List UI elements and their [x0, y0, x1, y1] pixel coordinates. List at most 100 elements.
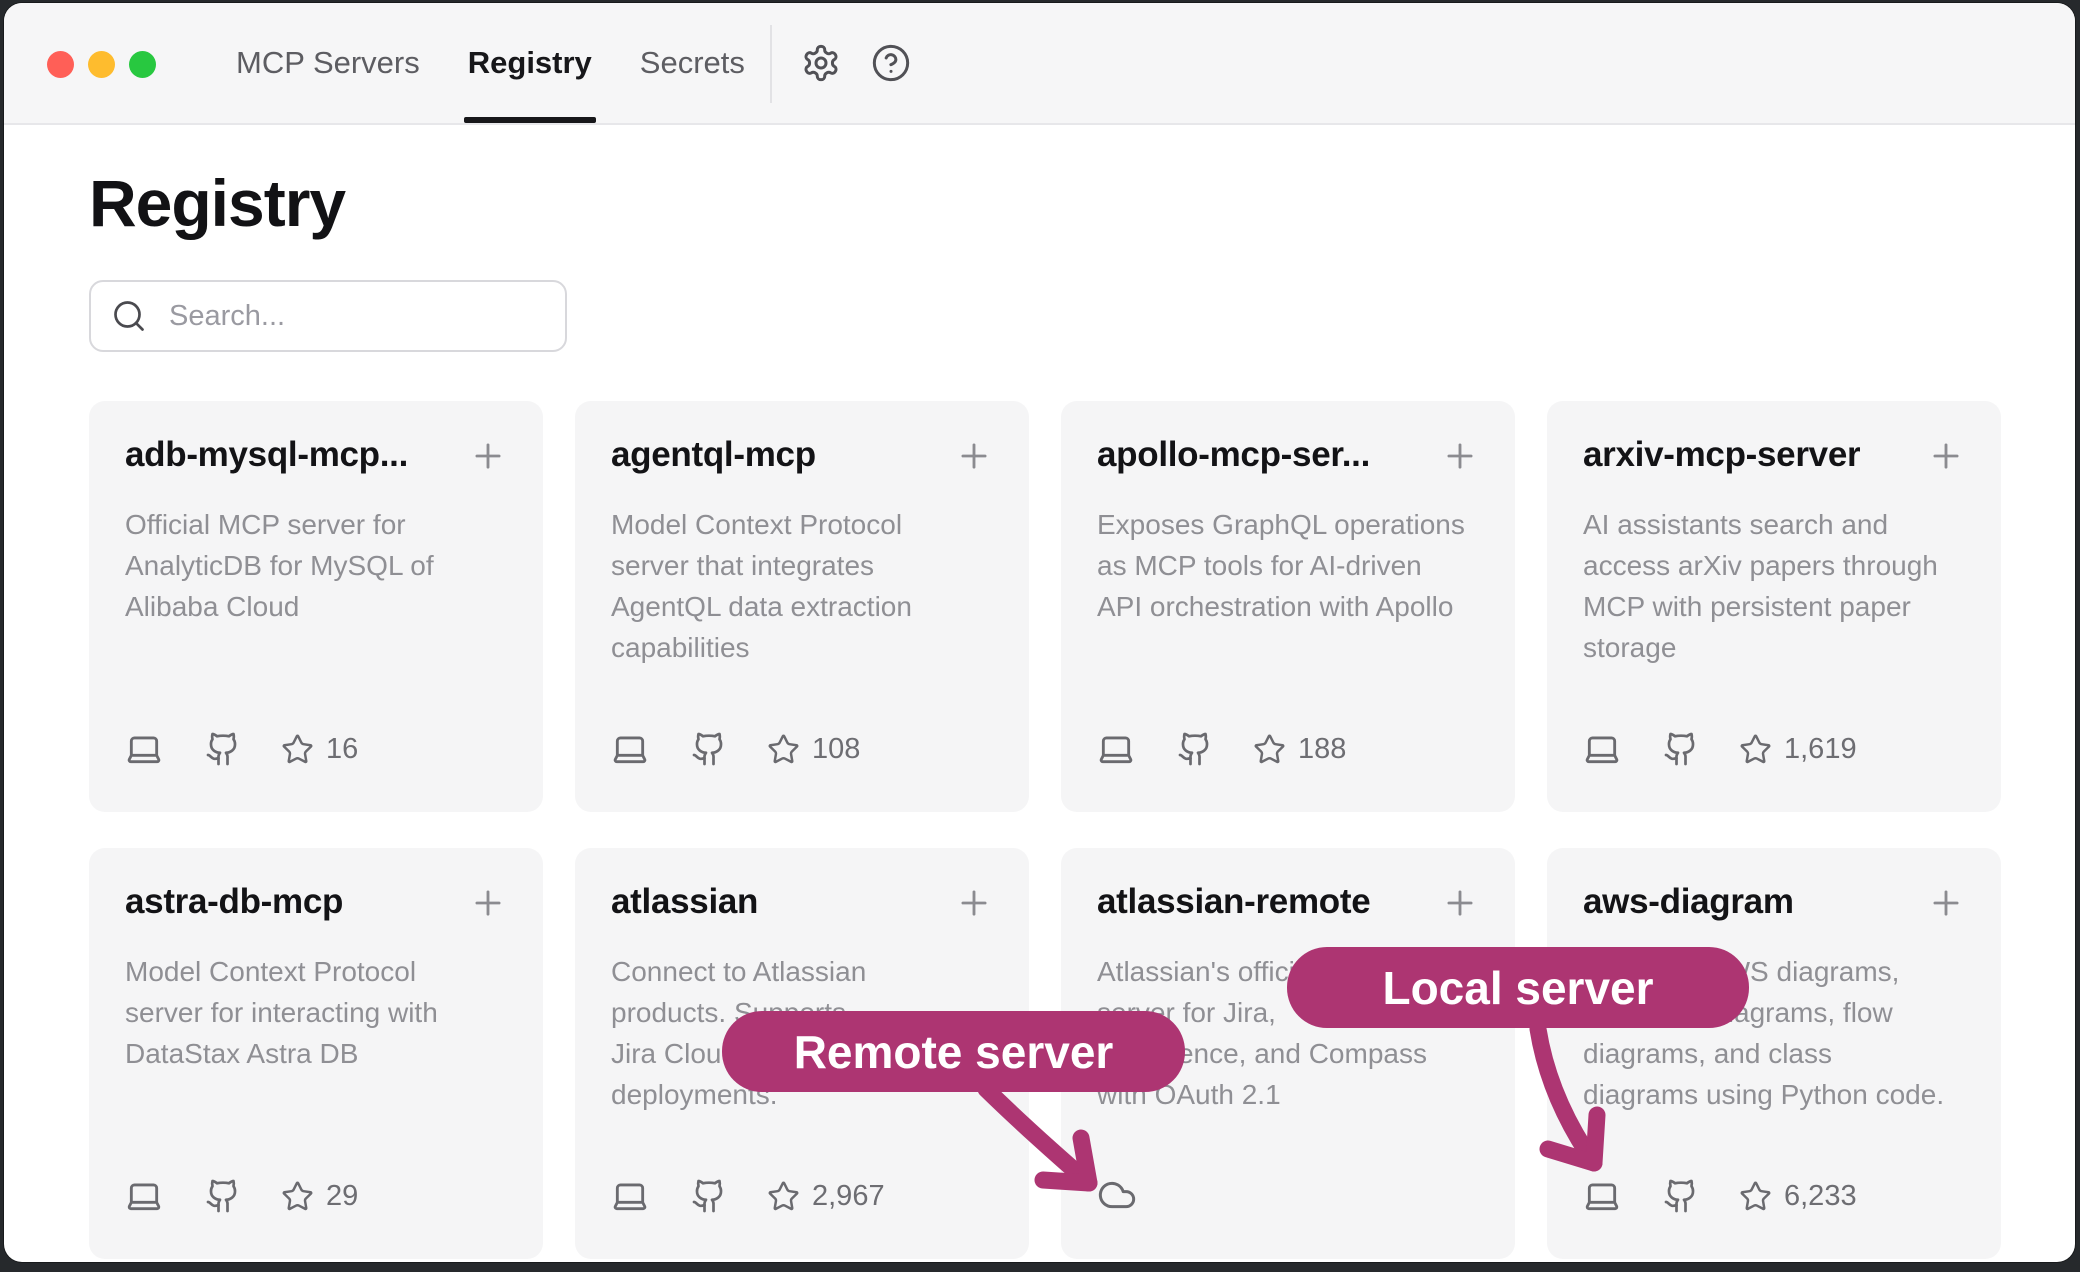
server-description: Exposes GraphQL operations as MCP tools … — [1097, 504, 1479, 627]
laptop-icon — [125, 1177, 163, 1215]
add-server-button[interactable] — [1927, 884, 1965, 925]
github-icon[interactable] — [1663, 1178, 1699, 1214]
laptop-icon — [611, 1177, 649, 1215]
server-name: adb-mysql-mcp... — [125, 435, 408, 475]
tab-label: MCP Servers — [236, 45, 420, 81]
card-footer: 108 — [611, 730, 993, 768]
window-titlebar: MCP Servers Registry Secrets — [4, 3, 2075, 125]
plus-icon — [469, 463, 507, 478]
star-count: 1,619 — [1784, 733, 1857, 766]
screenshot-stage: MCP Servers Registry Secrets Registry — [0, 0, 2080, 1272]
remote-server-callout: Remote server — [722, 1011, 1185, 1092]
github-icon[interactable] — [1177, 731, 1213, 767]
server-card[interactable]: astra-db-mcp Model Context Protocol serve… — [89, 848, 543, 1259]
server-card[interactable]: adb-mysql-mcp... Official MCP server for … — [89, 401, 543, 812]
add-server-button[interactable] — [1927, 437, 1965, 478]
laptop-icon — [1097, 730, 1135, 768]
star-count: 108 — [812, 733, 860, 766]
local-server-callout: Local server — [1287, 947, 1749, 1028]
server-name: atlassian-remote — [1097, 882, 1370, 922]
tab-secrets[interactable]: Secrets — [640, 3, 745, 123]
server-name: astra-db-mcp — [125, 882, 343, 922]
help-icon[interactable] — [870, 42, 912, 84]
star-icon — [767, 1180, 800, 1213]
server-description: Official MCP server for AnalyticDB for M… — [125, 504, 507, 627]
callout-label: Local server — [1382, 961, 1653, 1015]
star-count: 6,233 — [1784, 1180, 1857, 1213]
card-footer: 188 — [1097, 730, 1479, 768]
plus-icon — [1927, 910, 1965, 925]
server-name: agentql-mcp — [611, 435, 816, 475]
github-icon[interactable] — [205, 731, 241, 767]
card-footer: 16 — [125, 730, 507, 768]
star-icon — [281, 733, 314, 766]
add-server-button[interactable] — [1441, 437, 1479, 478]
page-title: Registry — [89, 165, 345, 241]
github-icon[interactable] — [691, 1178, 727, 1214]
star-icon — [1253, 733, 1286, 766]
card-footer: 2,967 — [611, 1177, 993, 1215]
search-box[interactable] — [89, 280, 567, 352]
zoom-window-button[interactable] — [129, 51, 156, 78]
server-name: aws-diagram — [1583, 882, 1794, 922]
card-footer — [1097, 1175, 1479, 1215]
github-icon[interactable] — [691, 731, 727, 767]
app-window: MCP Servers Registry Secrets Registry — [4, 3, 2075, 1262]
server-card[interactable]: arxiv-mcp-server AI assistants search and… — [1547, 401, 2001, 812]
plus-icon — [1441, 910, 1479, 925]
star-count: 16 — [326, 733, 358, 766]
laptop-icon — [1583, 730, 1621, 768]
tab-label: Registry — [468, 45, 592, 81]
github-icon[interactable] — [205, 1178, 241, 1214]
star-icon — [1739, 1180, 1772, 1213]
server-description: AI assistants search and access arXiv pa… — [1583, 504, 1965, 668]
toolbar — [800, 3, 912, 123]
laptop-icon — [611, 730, 649, 768]
server-name: arxiv-mcp-server — [1583, 435, 1860, 475]
tab-label: Secrets — [640, 45, 745, 81]
star-count: 188 — [1298, 733, 1346, 766]
laptop-icon — [1583, 1177, 1621, 1215]
tab-mcp-servers[interactable]: MCP Servers — [236, 3, 420, 123]
search-icon — [111, 298, 147, 334]
active-tab-underline — [464, 117, 596, 123]
search-input[interactable] — [167, 299, 545, 334]
card-footer: 29 — [125, 1177, 507, 1215]
add-server-button[interactable] — [469, 437, 507, 478]
laptop-icon — [125, 730, 163, 768]
cloud-icon — [1097, 1175, 1137, 1215]
add-server-button[interactable] — [955, 884, 993, 925]
plus-icon — [955, 910, 993, 925]
star-count: 29 — [326, 1180, 358, 1213]
add-server-button[interactable] — [1441, 884, 1479, 925]
plus-icon — [469, 910, 507, 925]
card-footer: 1,619 — [1583, 730, 1965, 768]
tab-registry[interactable]: Registry — [468, 3, 592, 123]
plus-icon — [955, 463, 993, 478]
server-description: Model Context Protocol server for intera… — [125, 951, 507, 1074]
server-card-grid: adb-mysql-mcp... Official MCP server for … — [89, 401, 2001, 1259]
plus-icon — [1441, 463, 1479, 478]
server-description: Model Context Protocol server that integ… — [611, 504, 993, 668]
plus-icon — [1927, 463, 1965, 478]
main-nav-tabs: MCP Servers Registry Secrets — [236, 3, 745, 123]
gear-icon[interactable] — [800, 42, 842, 84]
star-icon — [767, 733, 800, 766]
star-icon — [281, 1180, 314, 1213]
github-icon[interactable] — [1663, 731, 1699, 767]
add-server-button[interactable] — [469, 884, 507, 925]
server-card[interactable]: aws-diagramGenerate AWS diagrams, sequen… — [1547, 848, 2001, 1259]
server-card[interactable]: agentql-mcp Model Context Protocol server… — [575, 401, 1029, 812]
server-name: apollo-mcp-ser... — [1097, 435, 1370, 475]
add-server-button[interactable] — [955, 437, 993, 478]
star-count: 2,967 — [812, 1180, 885, 1213]
server-name: atlassian — [611, 882, 758, 922]
card-footer: 6,233 — [1583, 1177, 1965, 1215]
callout-label: Remote server — [794, 1025, 1114, 1079]
traffic-lights — [47, 51, 156, 78]
server-card[interactable]: apollo-mcp-ser... Exposes GraphQL operati… — [1061, 401, 1515, 812]
toolbar-divider — [770, 25, 772, 103]
close-window-button[interactable] — [47, 51, 74, 78]
minimize-window-button[interactable] — [88, 51, 115, 78]
star-icon — [1739, 733, 1772, 766]
